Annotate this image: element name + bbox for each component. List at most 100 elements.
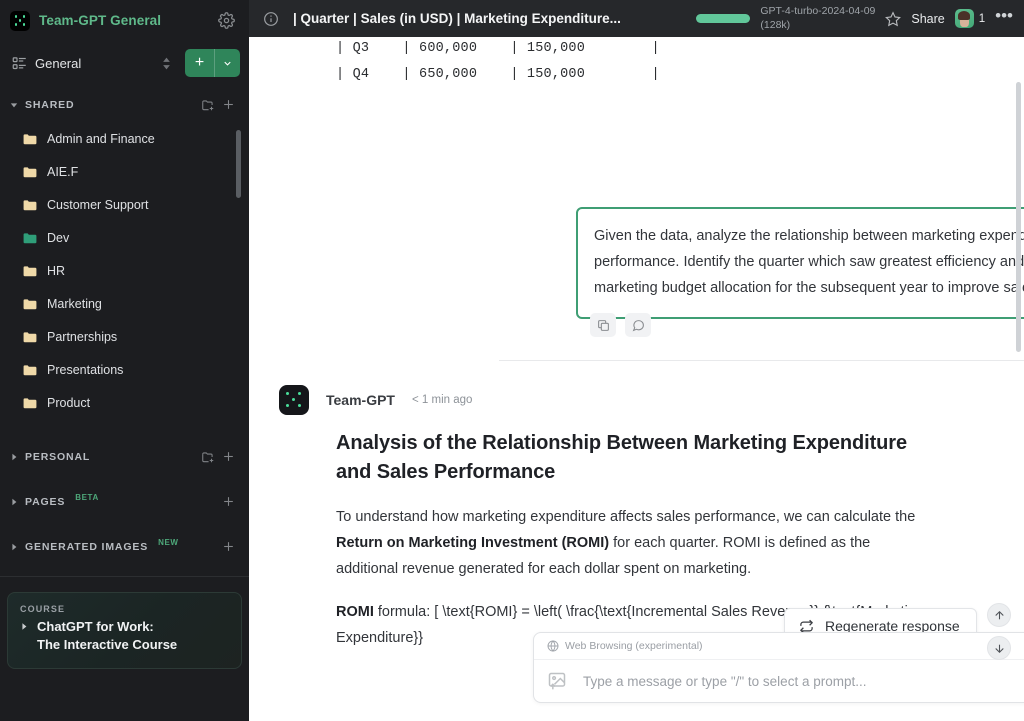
sidebar-header: Team-GPT General [0,0,249,41]
new-chat-button[interactable]: + [185,49,240,77]
folder-label: Customer Support [47,197,149,212]
sort-updown-icon[interactable] [160,56,173,71]
folder-label: AIE.F [47,164,79,179]
composer-input-row [534,660,1024,702]
composer-wrapper: Web Browsing (experimental) [499,632,1024,721]
content-scrollbar[interactable] [1016,82,1021,352]
comment-button[interactable] [625,313,651,337]
gear-icon[interactable] [218,12,235,29]
new-folder-icon[interactable] [201,450,215,464]
composer-mode-label: Web Browsing (experimental) [565,640,703,652]
triangle-down-icon [10,102,18,107]
chevron-down-icon[interactable] [215,49,240,77]
copy-icon [597,319,609,331]
members-button[interactable]: 1 [954,9,986,28]
share-button[interactable]: Share [911,12,944,26]
section-title-personal: PERSONAL [25,450,91,463]
romi-term-bold: Return on Marketing Investment (ROMI) [336,535,610,551]
response-paragraph-1: To understand how marketing expenditure … [336,504,928,582]
more-dots-icon[interactable]: ••• [995,7,1013,26]
model-context-size: (128k) [760,18,791,31]
scroll-nav-group [987,603,1011,660]
add-personal-icon[interactable] [222,450,235,463]
sidebar-section-personal[interactable]: PERSONAL [0,441,249,472]
team-gpt-logo-icon [10,10,30,31]
new-folder-icon[interactable] [201,98,215,112]
badge-new: NEW [158,538,179,547]
folder-label: Marketing [47,296,102,311]
info-icon[interactable] [263,11,279,27]
folder-item[interactable]: Presentations [0,353,249,386]
data-table-text: | Q2 | 550,000 | 100,000 | | Q3 | 600,00… [249,37,1024,87]
sidebar-divider [0,576,249,577]
user-prompt-box: Given the data, analyze the relationship… [576,207,1024,319]
folder-item[interactable]: Product [0,386,249,419]
folder-item[interactable]: Customer Support [0,188,249,221]
triangle-right-icon [22,623,27,630]
folder-item[interactable]: Marketing [0,287,249,320]
folder-label: Dev [47,230,70,245]
app-root: Team-GPT General General + SHARED Admin … [0,0,1024,721]
context-usage-indicator [696,14,751,23]
folder-item[interactable]: Dev [0,221,249,254]
formula-body: formula: [ \text{ROMI} = \left( \frac{\t… [373,604,820,620]
folder-label: Admin and Finance [47,131,155,146]
model-name: GPT-4-turbo-2024-04-09 [760,4,876,17]
add-page-icon[interactable] [222,495,235,508]
sidebar: Team-GPT General General + SHARED Admin … [0,0,249,721]
message-composer: Web Browsing (experimental) [533,632,1024,703]
folder-label: Presentations [47,362,124,377]
folder-label: Product [47,395,91,410]
message-input[interactable] [583,673,1024,689]
model-selector[interactable]: GPT-4-turbo-2024-04-09 (128k) [760,5,875,33]
folder-icon [23,232,37,243]
workspace-brand-name: Team-GPT General [39,13,162,28]
shared-folder-list: Admin and Finance AIE.F Customer Support… [0,120,249,419]
sidebar-section-shared[interactable]: SHARED [0,89,249,120]
add-generated-image-icon[interactable] [222,540,235,553]
conversation-topbar: | Quarter | Sales (in USD) | Marketing E… [249,0,1024,37]
composer-mode-bar[interactable]: Web Browsing (experimental) [534,633,1024,660]
folder-item[interactable]: Partnerships [0,320,249,353]
folder-label: Partnerships [47,329,118,344]
section-title-generated-images: GENERATED IMAGES [25,540,149,553]
image-upload-icon[interactable] [547,671,567,691]
conversation-scroll-area[interactable]: | Q2 | 550,000 | 100,000 | | Q3 | 600,00… [249,37,1024,721]
sidebar-scrollbar[interactable] [236,130,241,198]
table-row: | Q4 | 650,000 | 150,000 | [336,66,660,82]
triangle-right-icon [12,453,17,460]
assistant-name: Team-GPT [326,392,395,408]
course-promo-card[interactable]: COURSE ChatGPT for Work: The Interactive… [7,592,242,669]
workspace-selector[interactable]: General + [0,41,249,85]
sidebar-section-generated-images[interactable]: GENERATED IMAGES NEW [0,531,249,562]
comment-icon [632,319,644,331]
folder-icon [23,265,37,276]
triangle-right-icon [12,543,17,550]
workspace-label: General [35,55,82,71]
assistant-message-header: Team-GPT < 1 min ago [249,385,1023,415]
sidebar-section-pages[interactable]: PAGES BETA [0,486,249,517]
folder-icon [23,331,37,342]
add-shared-icon[interactable] [222,98,235,111]
user-message-actions [590,313,651,337]
section-title-pages: PAGES [25,495,66,508]
star-icon[interactable] [885,10,902,27]
folder-icon [23,133,37,144]
main-area: | Quarter | Sales (in USD) | Marketing E… [249,0,1024,721]
scroll-down-button[interactable] [987,636,1011,660]
folder-item[interactable]: HR [0,254,249,287]
paragraph-text-a: To understand how marketing expenditure … [336,509,916,525]
table-row: | Q3 | 600,000 | 150,000 | [336,41,660,56]
badge-beta: BETA [75,493,99,502]
folder-icon [23,397,37,408]
member-count: 1 [978,12,986,25]
user-prompt-text: Given the data, analyze the relationship… [594,228,1024,296]
folder-label: HR [47,263,66,278]
assistant-timestamp: < 1 min ago [411,394,473,406]
new-chat-plus-label: + [185,49,215,77]
folder-item[interactable]: AIE.F [0,155,249,188]
scroll-up-button[interactable] [987,603,1011,627]
copy-button[interactable] [590,313,616,337]
folder-item[interactable]: Admin and Finance [0,122,249,155]
arrow-up-icon [994,610,1004,619]
